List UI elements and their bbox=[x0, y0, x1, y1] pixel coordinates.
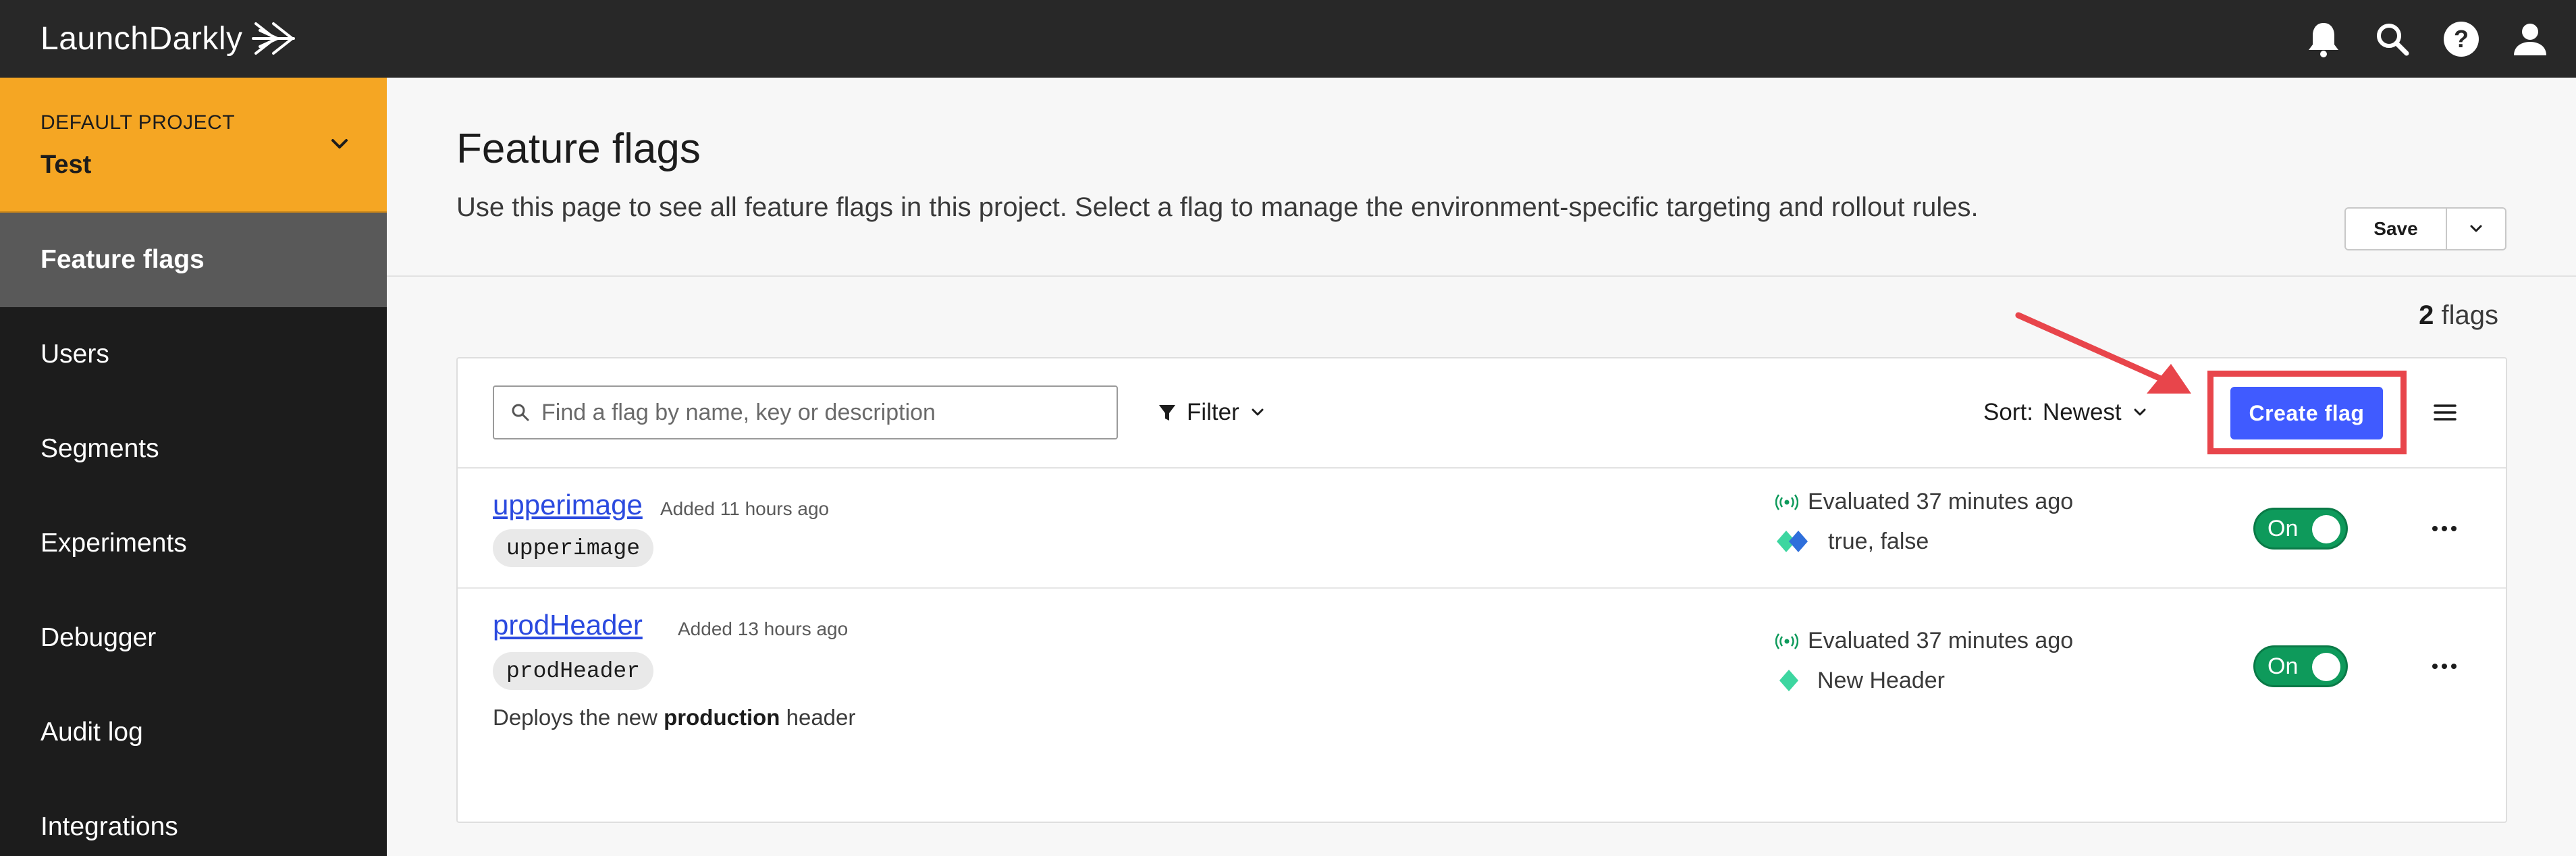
flag-evaluated-text: Evaluated 37 minutes ago bbox=[1808, 489, 2074, 514]
flag-row[interactable]: upperimage Added 11 hours ago upperimage… bbox=[458, 469, 2506, 589]
flag-count-number: 2 bbox=[2419, 300, 2434, 330]
logo-text: LaunchDarkly bbox=[41, 20, 243, 57]
flag-count: 2 flags bbox=[2419, 300, 2498, 331]
funnel-icon bbox=[1159, 405, 1175, 421]
variation-diamonds-icon bbox=[1777, 531, 1808, 552]
search-icon bbox=[512, 404, 529, 421]
flag-variation-text: true, false bbox=[1828, 528, 1929, 554]
flag-added-time: Added 13 hours ago bbox=[678, 618, 849, 639]
main-content: Feature flags Use this page to see all f… bbox=[387, 78, 2576, 856]
flag-row[interactable]: prodHeader Added 13 hours ago prodHeader… bbox=[458, 589, 2506, 823]
sidebar-item-segments[interactable]: Segments bbox=[0, 402, 387, 496]
flag-evaluated-text: Evaluated 37 minutes ago bbox=[1808, 628, 2074, 653]
search-input[interactable] bbox=[541, 399, 1108, 426]
chevron-down-icon bbox=[2134, 408, 2146, 416]
flag-description-suffix: header bbox=[780, 705, 856, 730]
flag-key-badge: prodHeader bbox=[493, 652, 654, 690]
sidebar-item-users[interactable]: Users bbox=[0, 307, 387, 402]
sort-dropdown[interactable]: Sort: Newest bbox=[1983, 385, 2149, 439]
sidebar-item-debugger[interactable]: Debugger bbox=[0, 591, 387, 685]
more-options-icon[interactable] bbox=[2427, 649, 2461, 683]
sidebar-item-label: Segments bbox=[41, 434, 159, 463]
sort-value: Newest bbox=[2042, 399, 2122, 425]
flag-added-time: Added 11 hours ago bbox=[660, 498, 830, 519]
project-label: DEFAULT PROJECT bbox=[41, 111, 236, 134]
flags-panel: Filter Sort: Newest Create flag upperima… bbox=[456, 357, 2507, 823]
flag-name-link[interactable]: upperimage bbox=[493, 489, 643, 521]
broadcast-icon bbox=[1775, 493, 1798, 510]
filter-button[interactable]: Filter bbox=[1157, 385, 1266, 439]
logo[interactable]: LaunchDarkly bbox=[41, 16, 298, 61]
save-view-group: Save bbox=[2344, 207, 2506, 250]
flag-description-bold: production bbox=[664, 705, 780, 730]
chevron-down-icon bbox=[2470, 225, 2482, 232]
sidebar: DEFAULT PROJECT Test Feature flags Users… bbox=[0, 78, 387, 856]
sidebar-item-audit-log[interactable]: Audit log bbox=[0, 685, 387, 780]
flag-toggle[interactable]: On bbox=[2253, 508, 2348, 550]
list-menu-icon[interactable] bbox=[2430, 398, 2460, 427]
page-title: Feature flags bbox=[456, 126, 701, 172]
flag-count-label: flags bbox=[2441, 300, 2499, 330]
chevron-down-icon[interactable] bbox=[326, 130, 353, 157]
bell-icon[interactable] bbox=[2305, 20, 2342, 58]
sidebar-item-integrations[interactable]: Integrations bbox=[0, 780, 387, 856]
logo-arrow-icon bbox=[252, 22, 296, 55]
svg-text:?: ? bbox=[2454, 25, 2469, 53]
page-description: Use this page to see all feature flags i… bbox=[456, 192, 1979, 222]
page-header: Feature flags Use this page to see all f… bbox=[387, 78, 2576, 277]
variation-diamond-icon bbox=[1779, 670, 1798, 691]
flag-name-link[interactable]: prodHeader bbox=[493, 609, 643, 641]
sidebar-item-feature-flags[interactable]: Feature flags bbox=[0, 213, 387, 307]
toggle-knob bbox=[2312, 515, 2340, 543]
more-options-icon[interactable] bbox=[2427, 512, 2461, 545]
sidebar-item-label: Experiments bbox=[41, 529, 187, 558]
sort-label: Sort: bbox=[1983, 399, 2033, 425]
flag-variation-text: New Header bbox=[1817, 667, 1945, 693]
flag-toggle[interactable]: On bbox=[2253, 645, 2348, 687]
flag-evaluation: Evaluated 37 minutes ago bbox=[1775, 628, 2073, 654]
flag-key-badge: upperimage bbox=[493, 529, 654, 567]
sidebar-item-label: Audit log bbox=[41, 718, 143, 747]
flag-evaluation: Evaluated 37 minutes ago bbox=[1775, 489, 2073, 515]
sidebar-item-label: Debugger bbox=[41, 623, 157, 652]
sidebar-item-label: Feature flags bbox=[41, 245, 205, 274]
flag-description: Deploys the new production header bbox=[493, 705, 855, 730]
sidebar-item-label: Users bbox=[41, 340, 109, 369]
project-selector[interactable]: DEFAULT PROJECT Test bbox=[0, 78, 387, 213]
search-box[interactable] bbox=[493, 385, 1118, 439]
search-icon[interactable] bbox=[2373, 20, 2411, 58]
save-button[interactable]: Save bbox=[2346, 209, 2447, 249]
create-flag-button[interactable]: Create flag bbox=[2230, 387, 2383, 439]
user-icon[interactable] bbox=[2511, 20, 2549, 58]
flag-variations: New Header bbox=[1775, 667, 1945, 694]
top-bar: LaunchDarkly ? bbox=[0, 0, 2576, 78]
sidebar-item-experiments[interactable]: Experiments bbox=[0, 496, 387, 591]
project-name: Test bbox=[41, 151, 92, 179]
broadcast-icon bbox=[1775, 633, 1798, 649]
flag-description-prefix: Deploys the new bbox=[493, 705, 664, 730]
save-dropdown-button[interactable] bbox=[2447, 209, 2505, 249]
toggle-label: On bbox=[2268, 653, 2299, 679]
filter-label: Filter bbox=[1187, 399, 1239, 425]
toggle-knob bbox=[2312, 653, 2340, 681]
sidebar-nav: Feature flags Users Segments Experiments… bbox=[0, 213, 387, 856]
toggle-label: On bbox=[2268, 515, 2299, 541]
sidebar-item-label: Integrations bbox=[41, 812, 178, 841]
flags-toolbar: Filter Sort: Newest Create flag bbox=[458, 358, 2506, 469]
flag-variations: true, false bbox=[1775, 528, 1929, 555]
help-icon[interactable]: ? bbox=[2442, 20, 2480, 58]
chevron-down-icon bbox=[1252, 408, 1264, 416]
